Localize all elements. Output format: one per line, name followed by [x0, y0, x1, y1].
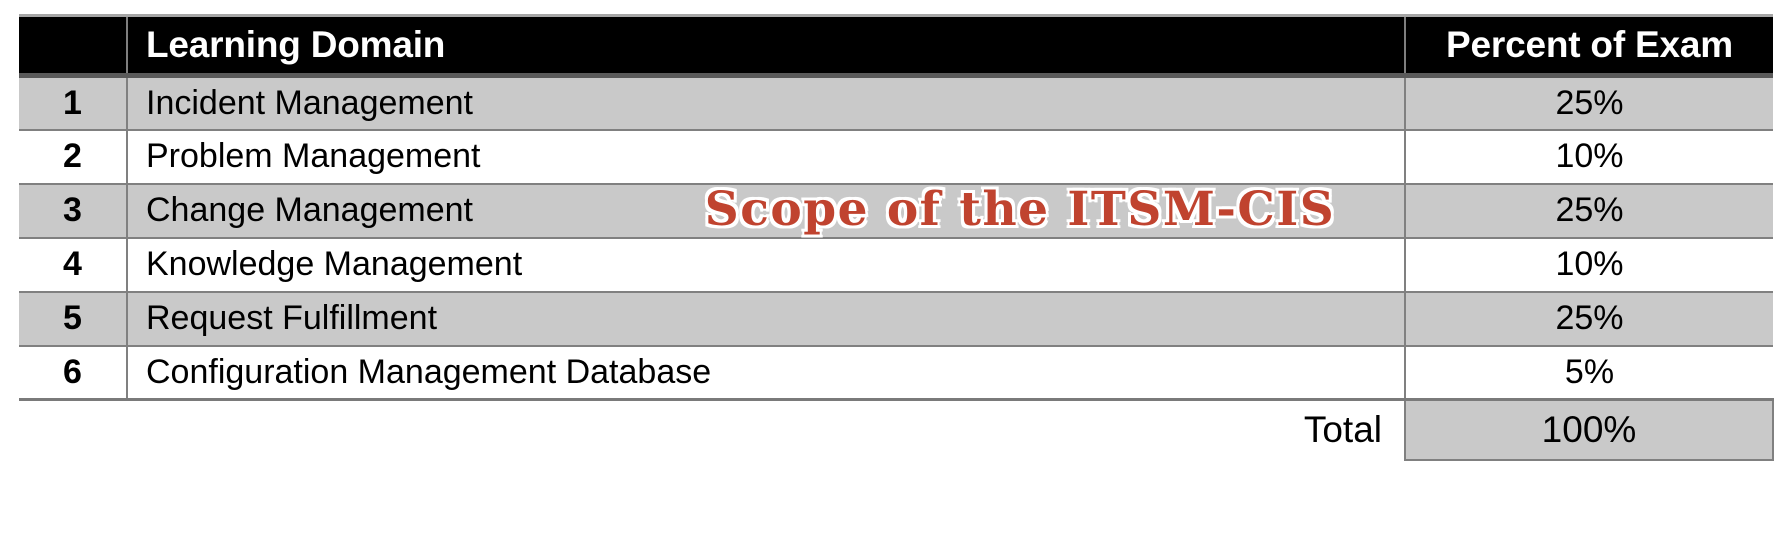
total-spacer	[19, 400, 127, 460]
row-domain: Incident Management	[127, 75, 1406, 131]
exam-scope-table: Learning Domain Percent of Exam 1 Incide…	[19, 14, 1774, 461]
row-number: 5	[19, 291, 128, 347]
header-row: Learning Domain Percent of Exam	[19, 14, 1773, 78]
row-percent: 10%	[1405, 237, 1773, 293]
table-row: 5 Request Fulfillment 25%	[19, 291, 1773, 347]
row-domain: Problem Management	[127, 129, 1406, 185]
column-header-learning-domain: Learning Domain	[127, 14, 1406, 78]
row-number: 1	[19, 75, 128, 131]
row-domain: Knowledge Management	[127, 237, 1406, 293]
row-number: 3	[19, 183, 128, 239]
row-number: 6	[19, 345, 128, 401]
row-percent: 10%	[1405, 129, 1773, 185]
total-label: Total	[1303, 409, 1382, 451]
table-row: 4 Knowledge Management 10%	[19, 237, 1773, 293]
row-number: 2	[19, 129, 128, 185]
column-header-number	[19, 14, 128, 78]
column-header-percent-of-exam: Percent of Exam	[1405, 14, 1773, 78]
total-row: Total 100%	[19, 398, 1774, 461]
table-row: 1 Incident Management 25%	[19, 75, 1773, 131]
table-row: 6 Configuration Management Database 5%	[19, 345, 1773, 401]
row-percent: 25%	[1405, 75, 1773, 131]
table-row: 2 Problem Management 10%	[19, 129, 1773, 185]
table-header: Learning Domain Percent of Exam	[19, 14, 1773, 78]
row-percent: 25%	[1405, 183, 1773, 239]
row-percent: 25%	[1405, 291, 1773, 347]
table-row: 3 Change Management 25%	[19, 183, 1773, 239]
row-number: 4	[19, 237, 128, 293]
row-domain: Configuration Management Database	[127, 345, 1406, 401]
slide-canvas: Learning Domain Percent of Exam 1 Incide…	[0, 0, 1792, 536]
row-percent: 5%	[1405, 345, 1773, 401]
table-body: 1 Incident Management 25% 2 Problem Mana…	[19, 75, 1774, 461]
total-value: 100%	[1404, 398, 1774, 461]
row-domain: Change Management	[127, 183, 1406, 239]
row-domain: Request Fulfillment	[127, 291, 1406, 347]
